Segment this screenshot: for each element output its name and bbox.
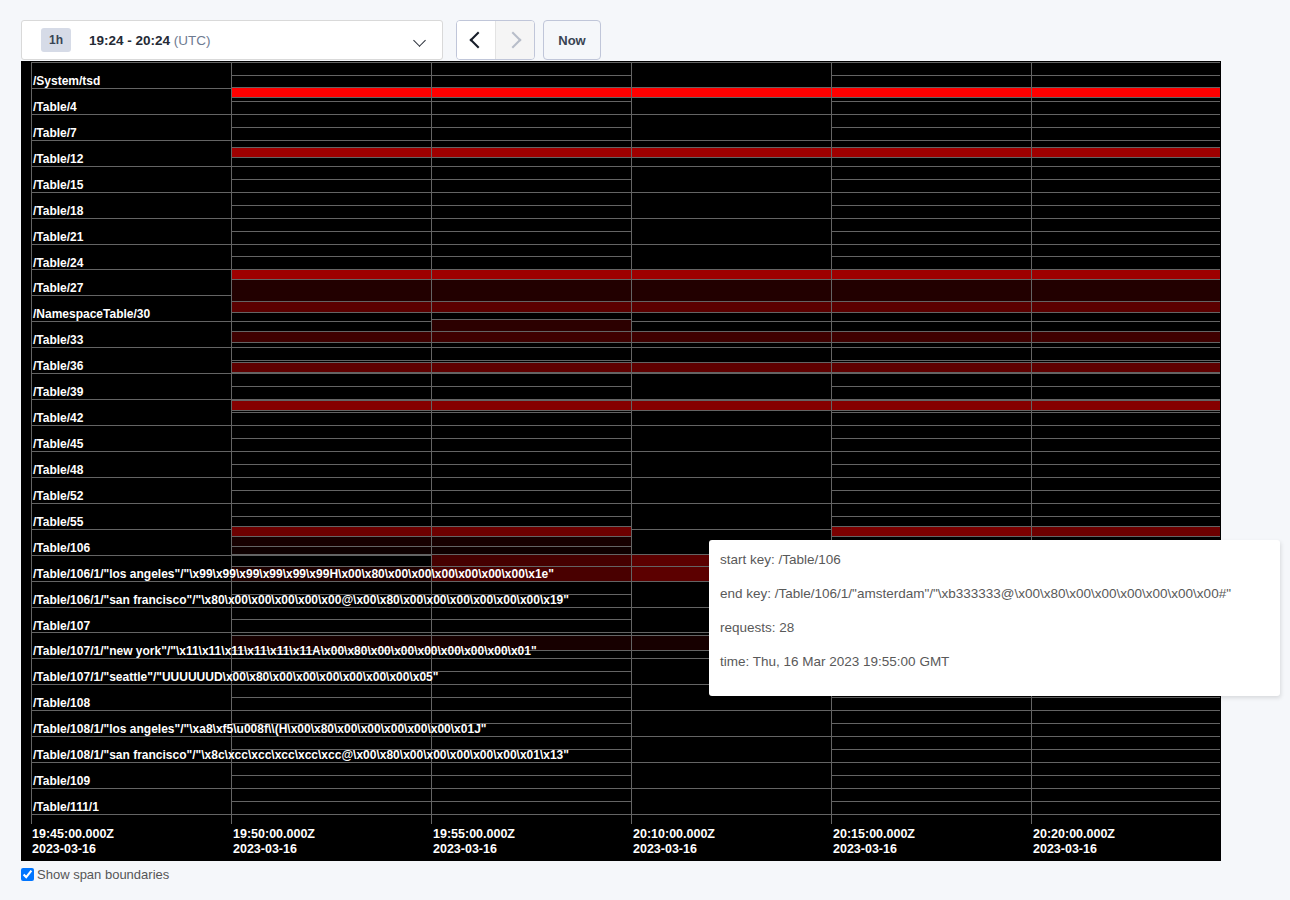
timezone-label: (UTC) [170,33,211,48]
next-button[interactable] [495,21,534,59]
time-range-select[interactable]: 1h 19:24 - 20:24 (UTC) [21,20,443,60]
tooltip-end-key: end key: /Table/106/1/"amsterdam"/"\xb33… [720,587,1280,601]
footer-controls: Show span boundaries [20,867,169,882]
chevron-left-icon [470,32,487,49]
hover-tooltip: start key: /Table/106 end key: /Table/10… [709,540,1280,696]
time-range-label: 19:24 - 20:24 (UTC) [89,33,211,48]
key-visualizer-canvas[interactable] [21,61,1221,861]
show-span-boundaries-checkbox[interactable] [21,868,34,881]
duration-badge: 1h [41,28,71,52]
tooltip-start-key: start key: /Table/106 [720,553,1280,567]
tooltip-requests: requests: 28 [720,621,1280,635]
now-button[interactable]: Now [543,20,601,60]
time-nav-group [456,20,535,60]
chevron-down-icon [413,34,426,47]
tooltip-time: time: Thu, 16 Mar 2023 19:55:00 GMT [720,655,1280,669]
show-span-boundaries-label: Show span boundaries [37,867,169,882]
chevron-right-icon [505,32,522,49]
prev-button[interactable] [457,21,495,59]
